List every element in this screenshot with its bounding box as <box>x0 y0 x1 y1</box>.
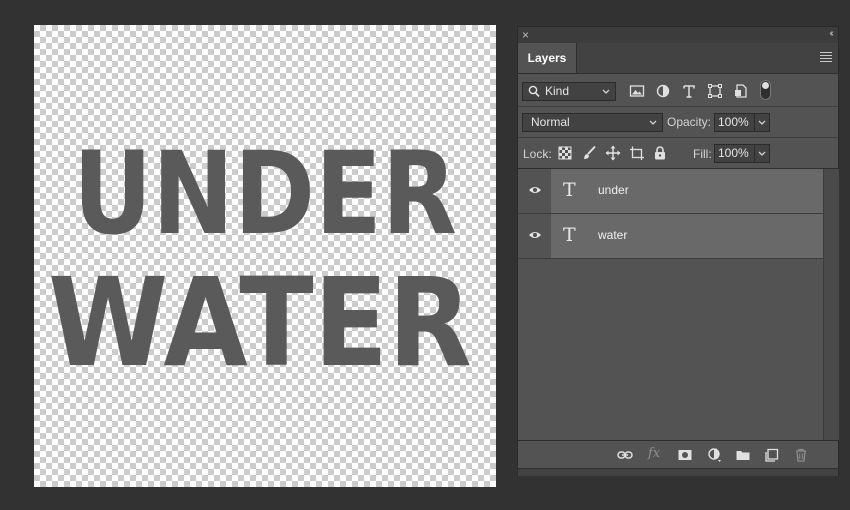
layer-row[interactable]: T under <box>518 169 823 214</box>
fill-input[interactable]: 100% <box>714 144 756 163</box>
close-panel-button[interactable]: × <box>522 28 529 42</box>
blend-mode-value: Normal <box>531 115 570 129</box>
fill-slider-button[interactable] <box>754 144 770 163</box>
shape-filter-icon[interactable] <box>707 83 723 99</box>
layer-name[interactable]: water <box>598 228 627 242</box>
link-layers-icon[interactable] <box>617 447 633 463</box>
new-layer-icon[interactable] <box>764 447 780 463</box>
group-folder-icon[interactable] <box>735 447 751 463</box>
layers-panel: × ‹‹ Layers Kind Normal Opacity: 100% Lo… <box>517 26 839 476</box>
blend-row: Normal Opacity: 100% <box>518 107 838 138</box>
mask-icon[interactable] <box>677 447 693 463</box>
filter-kind-label: Kind <box>545 84 570 98</box>
lock-row: Lock: Fill: 100% <box>518 138 838 169</box>
panel-menu-icon[interactable] <box>820 52 832 62</box>
chevron-down-icon <box>758 151 766 156</box>
adjustment-filter-icon[interactable] <box>655 83 671 99</box>
text-under: UNDER <box>73 127 457 260</box>
layer-filter-row: Kind <box>518 74 838 107</box>
layer-name[interactable]: under <box>598 183 629 197</box>
collapse-panel-button[interactable]: ‹‹ <box>829 27 833 41</box>
panel-title-bar: × ‹‹ <box>518 27 838 43</box>
layers-scrollbar[interactable] <box>823 169 839 440</box>
filter-kind-dropdown[interactable]: Kind <box>522 82 616 101</box>
lock-transparent-pixels-icon[interactable] <box>557 145 573 161</box>
visibility-toggle[interactable] <box>518 169 551 213</box>
chevron-down-icon <box>649 120 657 125</box>
fx-icon[interactable]: fx <box>648 446 664 462</box>
opacity-slider-button[interactable] <box>754 113 770 132</box>
smart-object-filter-icon[interactable] <box>733 83 749 99</box>
lock-artboard-icon[interactable] <box>629 145 645 161</box>
panel-resize-footer[interactable] <box>518 468 838 476</box>
layer-body[interactable]: T under <box>551 169 823 213</box>
trash-icon[interactable] <box>793 447 809 463</box>
layers-bottom-toolbar: fx <box>518 440 838 469</box>
blend-mode-dropdown[interactable]: Normal <box>522 113 663 132</box>
canvas-artwork: UNDER WATER <box>48 127 472 394</box>
text-water: WATER <box>48 252 472 394</box>
eye-icon <box>529 232 541 238</box>
type-layer-icon: T <box>563 224 576 246</box>
lock-all-icon[interactable] <box>652 145 668 161</box>
search-icon <box>528 85 540 97</box>
lock-position-icon[interactable] <box>605 145 621 161</box>
type-filter-icon[interactable] <box>681 83 697 99</box>
panel-tab-bar: Layers <box>518 43 838 74</box>
lock-label: Lock: <box>523 147 552 161</box>
fill-label: Fill: <box>693 147 712 161</box>
opacity-label: Opacity: <box>667 115 712 129</box>
lock-image-pixels-icon[interactable] <box>581 145 597 161</box>
eye-icon <box>529 187 541 193</box>
image-filter-icon[interactable] <box>629 83 645 99</box>
opacity-input[interactable]: 100% <box>714 113 756 132</box>
visibility-toggle[interactable] <box>518 214 551 258</box>
layer-row[interactable]: T water <box>518 214 823 259</box>
layer-list: T under T water <box>518 169 823 440</box>
tab-layers[interactable]: Layers <box>518 43 577 73</box>
document-canvas[interactable]: UNDER WATER <box>34 25 496 487</box>
adjustment-layer-icon[interactable] <box>706 447 722 463</box>
layer-body[interactable]: T water <box>551 214 823 258</box>
type-layer-icon: T <box>563 179 576 201</box>
chevron-down-icon <box>602 89 610 94</box>
filter-toggle-knob <box>762 82 769 89</box>
filter-toggle-switch[interactable] <box>760 80 771 100</box>
chevron-down-icon <box>758 120 766 125</box>
